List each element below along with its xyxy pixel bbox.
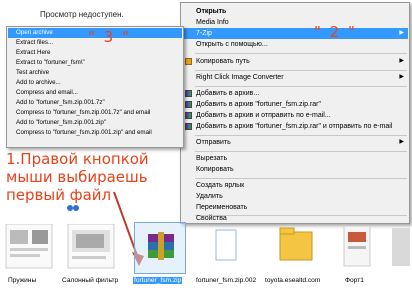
submenu-item-add-to-7z[interactable]: Add to "fortuner_fsm.zip.001.7z"	[8, 98, 182, 108]
winrar-icon	[185, 101, 192, 108]
file-thumb-toyota-folder[interactable]	[268, 224, 324, 270]
menu-item-cut[interactable]: Вырезать	[182, 153, 408, 164]
submenu-item-add-to-archive[interactable]: Add to archive...	[8, 78, 182, 88]
submenu-item-compress-email[interactable]: Compress and email...	[8, 88, 182, 98]
file-name-label-selected: fortuner_fsm.zip	[133, 277, 183, 284]
submenu-item-test-archive[interactable]: Test archive	[8, 68, 182, 78]
winrar-archive-icon	[148, 232, 174, 260]
menu-separator	[195, 86, 407, 87]
file-thumb-partial[interactable]	[392, 224, 410, 270]
annotation-label-3: " 3 "	[88, 28, 131, 46]
submenu-arrow-icon: ▶	[399, 58, 404, 64]
menu-separator	[195, 135, 407, 136]
file-name-label: Пружины	[8, 277, 37, 284]
menu-separator	[195, 53, 407, 54]
file-thumb-fort1[interactable]	[338, 224, 378, 270]
menu-item-rename[interactable]: Переименовать	[182, 202, 408, 213]
submenu-arrow-icon: ▶	[399, 74, 404, 80]
menu-item-copy[interactable]: Копировать	[182, 164, 408, 175]
cursor-icon	[67, 205, 79, 211]
menu-item-add-archive-rar-email[interactable]: Добавить в архив "fortuner_fsm.zip.rar" …	[182, 121, 408, 132]
menu-item-open[interactable]: Открыть	[182, 6, 408, 17]
preview-unavailable-text: Просмотр недоступен.	[40, 10, 124, 19]
menu-item-image-converter[interactable]: Right Click Image Converter ▶	[182, 72, 408, 83]
document-icon	[343, 225, 371, 267]
file-name-label: Форт1	[345, 277, 364, 284]
menu-item-add-archive-rar[interactable]: Добавить в архив "fortuner_fsm.zip.rar"	[182, 99, 408, 110]
file-thumb-pruzhiny[interactable]	[4, 223, 56, 270]
context-menu: Открыть Media Info 7-Zip ▶ Открыть с помо…	[180, 2, 410, 224]
submenu-item-add-to-zip[interactable]: Add to "fortuner_fsm.zip.001.zip"	[8, 118, 182, 128]
winrar-icon	[185, 90, 192, 97]
folder-icon	[279, 227, 313, 261]
annotation-label-2: " 2 "	[314, 23, 357, 41]
menu-item-add-archive[interactable]: Добавить в архив...	[182, 88, 408, 99]
file-thumb-fortuner-002[interactable]	[200, 224, 250, 270]
submenu-arrow-icon: ▶	[399, 139, 404, 145]
menu-item-open-with[interactable]: Открыть с помощью...	[182, 39, 408, 50]
submenu-item-compress-7z-email[interactable]: Compress to "fortuner_fsm.zip.001.7z" an…	[8, 108, 182, 118]
document-icon	[67, 223, 115, 269]
menu-item-add-archive-email[interactable]: Добавить в архив и отправить по e-mail..…	[182, 110, 408, 121]
menu-item-7zip[interactable]: 7-Zip ▶	[182, 28, 408, 39]
menu-separator	[195, 151, 407, 152]
document-icon	[392, 228, 410, 266]
winrar-icon	[185, 112, 192, 119]
winrar-icon	[185, 123, 192, 130]
file-name-label: toyota.esealtd.com	[265, 277, 321, 284]
menu-separator	[195, 178, 407, 179]
file-name-label: Салонный фильтр	[62, 277, 119, 284]
menu-item-delete[interactable]: Удалить	[182, 191, 408, 202]
menu-item-create-shortcut[interactable]: Создать ярлык	[182, 180, 408, 191]
menu-item-send-to[interactable]: Отправить ▶	[182, 137, 408, 148]
submenu-item-compress-zip-email[interactable]: Compress to "fortuner_fsm.zip.001.zip" a…	[8, 128, 182, 138]
submenu-item-extract-to[interactable]: Extract to "fortuner_fsm\"	[8, 58, 182, 68]
file-thumb-fortuner-zip[interactable]	[136, 224, 186, 270]
menu-separator	[195, 70, 407, 71]
copy-path-icon	[185, 58, 192, 65]
document-icon	[5, 223, 53, 269]
file-name-label: fortuner_fsm.zip.002	[196, 277, 257, 284]
menu-item-properties[interactable]: Свойства	[182, 213, 408, 224]
menu-item-media-info[interactable]: Media Info	[182, 17, 408, 28]
file-thumb-salon-filter[interactable]	[66, 223, 118, 270]
blank-file-icon	[215, 229, 237, 261]
instruction-text: 1.Правой кнопкой мыши выбираешь первый ф…	[6, 150, 149, 204]
submenu-arrow-icon: ▶	[399, 30, 404, 36]
submenu-item-extract-here[interactable]: Extract Here	[8, 48, 182, 58]
menu-item-copy-path[interactable]: Копировать путь ▶	[182, 56, 408, 67]
